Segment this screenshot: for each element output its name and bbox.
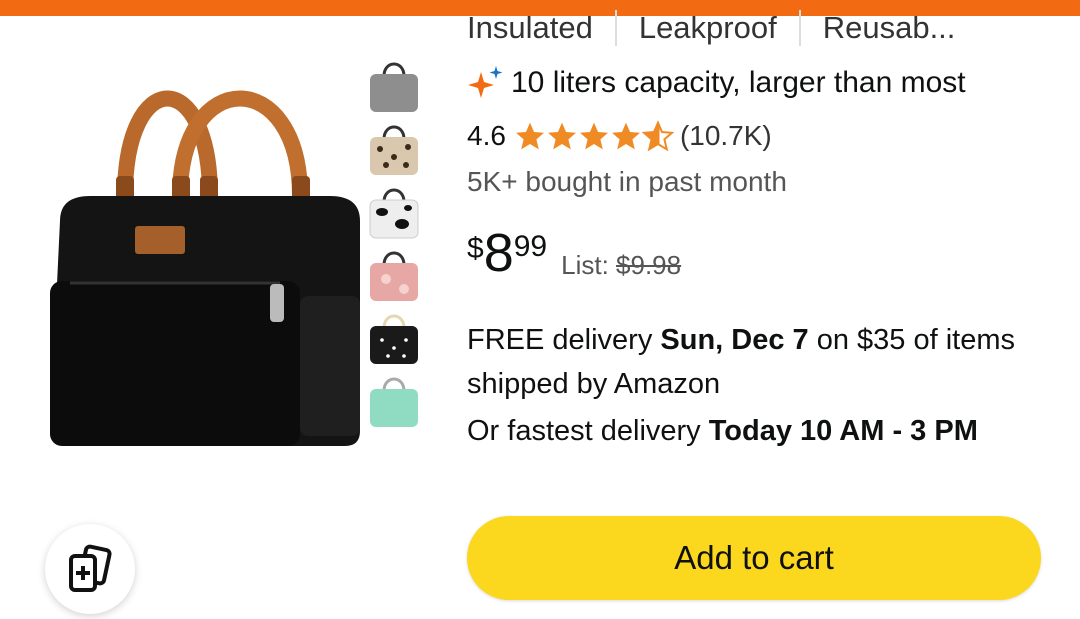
add-to-cart-button[interactable]: Add to cart xyxy=(467,516,1041,600)
leopard-bag-thumbnail[interactable] xyxy=(362,121,426,179)
price-block: $ 8 99 List: $9.98 xyxy=(467,226,681,281)
delivery-date: Sun, Dec 7 xyxy=(660,324,809,356)
rating-row[interactable]: 4.6 (10.7K) xyxy=(467,120,772,152)
compare-button[interactable] xyxy=(45,524,135,614)
black-dot-bag-thumbnail[interactable] xyxy=(362,310,426,368)
list-label: List: xyxy=(561,250,609,280)
cow-print-bag-thumbnail[interactable] xyxy=(362,184,426,242)
delivery-info: FREE delivery Sun, Dec 7 on $35 of items… xyxy=(467,318,1027,406)
fastest-delivery: Or fastest delivery Today 10 AM - 3 PM xyxy=(467,415,978,448)
feature-highlight-text: 10 liters capacity, larger than most xyxy=(511,66,966,99)
compare-icon xyxy=(69,544,112,592)
list-price-row: List: $9.98 xyxy=(561,250,681,281)
rating-value: 4.6 xyxy=(467,120,506,151)
star-full-icon xyxy=(515,122,544,150)
price-fraction: 99 xyxy=(513,230,548,263)
star-full-icon xyxy=(579,122,608,150)
feature-chip[interactable]: Reusab... xyxy=(801,10,978,46)
feature-highlight: 10 liters capacity, larger than most xyxy=(467,66,966,100)
product-gallery xyxy=(0,16,455,619)
star-full-icon xyxy=(547,122,576,150)
delivery-prefix: FREE delivery xyxy=(467,324,661,356)
product-main-image[interactable] xyxy=(30,46,380,466)
sparkle-icon xyxy=(468,66,503,98)
review-count: (10.7K) xyxy=(679,120,772,151)
fastest-window: Today 10 AM - 3 PM xyxy=(708,415,978,447)
bought-count: 5K+ bought in past month xyxy=(467,166,787,197)
list-price: $9.98 xyxy=(616,250,682,280)
mint-bag-thumbnail[interactable] xyxy=(362,373,426,431)
gray-bag-thumbnail[interactable] xyxy=(362,58,426,116)
thumbnail-strip xyxy=(362,58,432,436)
pink-floral-bag-thumbnail[interactable] xyxy=(362,247,426,305)
price-currency: $ xyxy=(467,232,484,265)
feature-chips: Insulated Leakproof Reusab... xyxy=(467,10,1067,50)
star-half-icon xyxy=(641,120,674,152)
feature-chip[interactable]: Insulated xyxy=(467,10,617,46)
star-full-icon xyxy=(611,122,640,150)
fastest-prefix: Or fastest delivery xyxy=(467,415,709,447)
price-whole: 8 xyxy=(483,223,514,283)
star-rating xyxy=(514,120,674,152)
feature-chip[interactable]: Leakproof xyxy=(617,10,801,46)
